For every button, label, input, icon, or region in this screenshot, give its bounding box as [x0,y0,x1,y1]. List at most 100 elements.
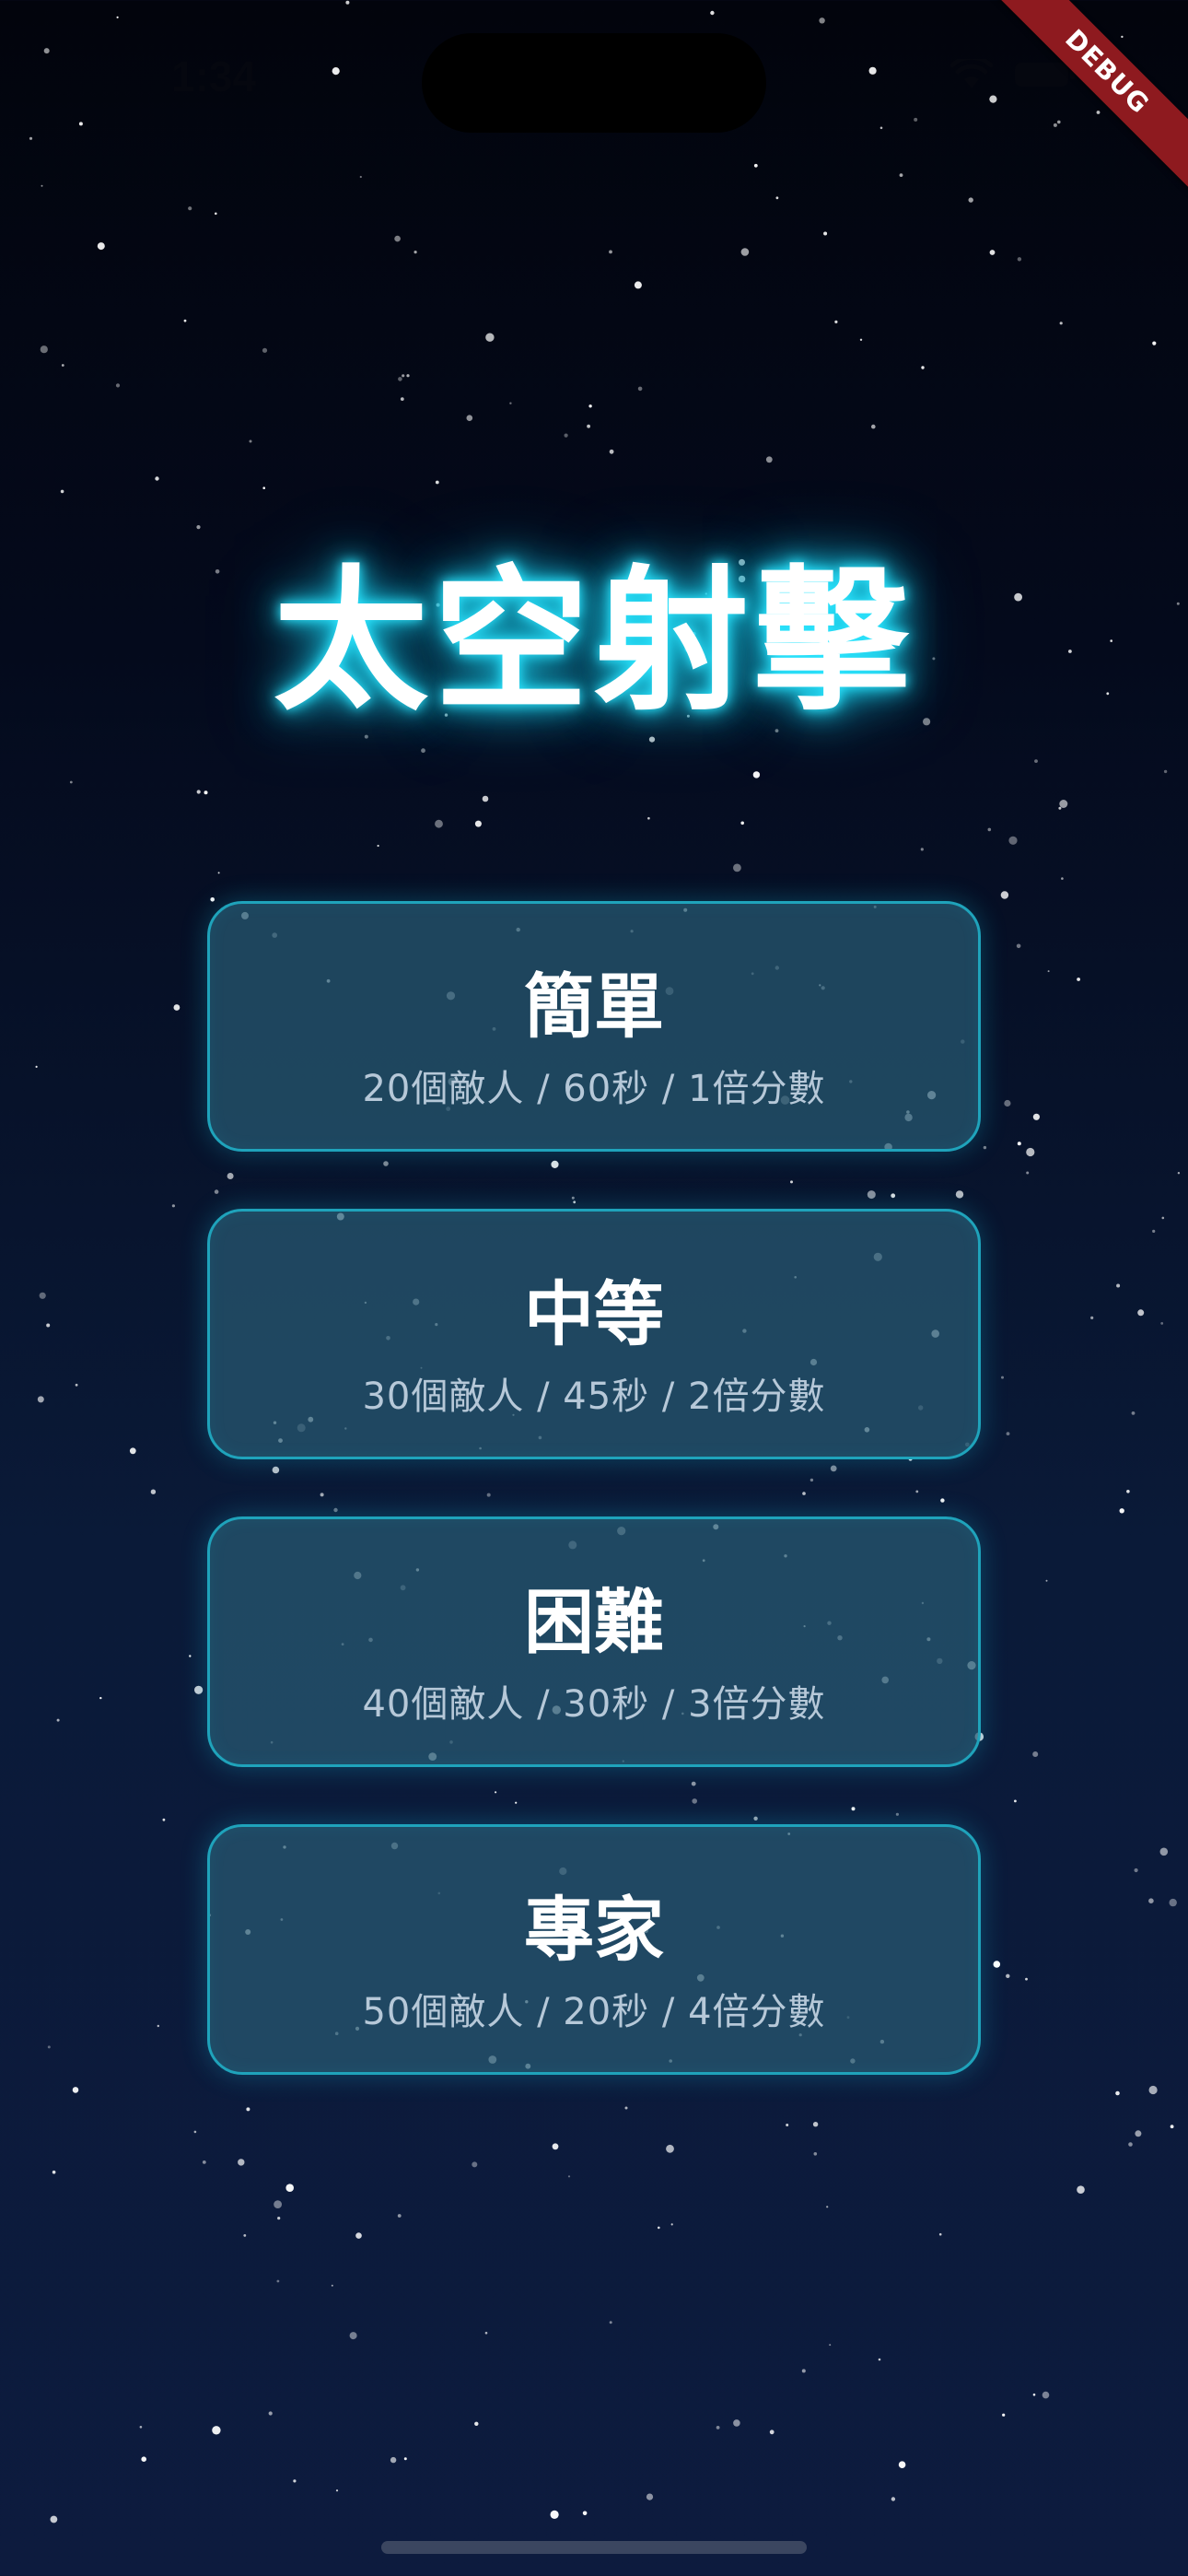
star [72,2087,79,2093]
star [1148,1898,1154,1903]
star [403,2457,407,2461]
star [1059,322,1063,325]
star [733,2419,740,2427]
star [1006,1432,1010,1435]
star [716,2426,720,2430]
star [550,2510,559,2519]
star [400,397,404,401]
star [349,2332,357,2340]
level-name: 專家 [524,1889,664,1971]
star [397,2214,402,2218]
star [740,248,750,256]
star [658,2226,660,2230]
star [993,1961,1001,1968]
star [188,206,192,211]
level-name: 中等 [524,1273,664,1355]
star [1131,1411,1136,1415]
star [262,347,268,353]
star [390,2456,397,2464]
star [285,2184,295,2192]
home-indicator[interactable] [381,2541,807,2554]
star [823,231,828,236]
star [97,242,105,251]
level-card-medium[interactable]: 中等 30個敵人 / 45秒 / 2倍分數 [207,1209,981,1459]
star [75,1383,78,1387]
star [1006,1973,1010,1978]
level-card-hard[interactable]: 困難 40個敵人 / 30秒 / 3倍分數 [207,1516,981,1767]
star [398,377,402,381]
star [813,2152,818,2156]
star [1026,1147,1035,1157]
star [1004,1099,1011,1107]
level-description: 30個敵人 / 45秒 / 2倍分數 [362,1376,826,1418]
star [1000,891,1009,899]
star [61,364,64,367]
star [769,2430,775,2435]
star [331,2284,333,2287]
star [155,476,159,481]
star [1047,970,1050,973]
star [115,383,121,388]
star [1170,2125,1174,2129]
star [829,2344,832,2347]
star [1059,800,1068,808]
star [139,2426,143,2429]
star [183,319,187,322]
star [377,844,379,848]
star [609,250,612,254]
level-description: 20個敵人 / 60秒 / 1倍分數 [362,1068,826,1110]
status-bar: 1:34 [0,0,1188,157]
wifi-icon [950,59,993,90]
star [752,771,761,779]
star [1008,836,1018,845]
star [646,2493,654,2500]
star [47,2045,51,2049]
star [262,486,266,489]
star [466,415,473,422]
star [1090,1316,1094,1319]
star [1119,1508,1124,1514]
star [52,2170,56,2174]
star [1002,2413,1006,2417]
star [196,790,201,794]
star [171,1204,175,1208]
star [1135,2130,1142,2137]
star [859,338,863,341]
star [587,424,590,428]
star [1128,2142,1133,2147]
star [1032,1751,1039,1757]
star [474,2421,479,2426]
star [472,2161,478,2168]
star [99,1696,102,1700]
level-card-expert[interactable]: 專家 50個敵人 / 20秒 / 4倍分數 [207,1824,981,2075]
star [56,1718,60,1722]
star [129,1447,136,1455]
star [402,374,405,378]
star [293,2479,297,2483]
star [968,197,973,203]
star [765,456,773,463]
star [435,480,439,485]
star [634,281,642,289]
star [1016,943,1021,949]
star [141,2456,146,2462]
level-card-easy[interactable]: 簡單 20個敵人 / 60秒 / 1倍分數 [207,901,981,1152]
star [1026,1171,1030,1175]
star [989,250,996,255]
star [921,366,925,369]
star [157,2024,159,2028]
star [173,1004,181,1011]
star [1058,806,1062,810]
star [588,404,592,408]
star [39,1292,46,1299]
star [1032,1113,1040,1120]
star [150,1489,157,1494]
star [277,2217,281,2220]
star [740,821,744,825]
star [1077,978,1080,981]
star [1152,341,1157,345]
star [394,235,401,242]
star [1134,1868,1138,1873]
star [826,2206,829,2208]
star [40,345,48,354]
